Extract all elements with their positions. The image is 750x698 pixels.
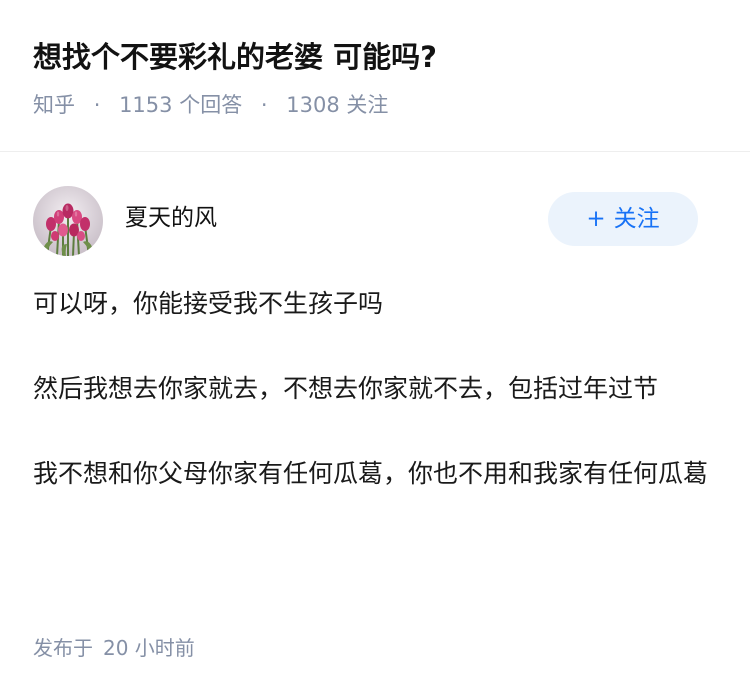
answer-count: 1153 [119, 93, 173, 117]
question-header: 想找个不要彩礼的老婆 可能吗? 知乎 · 1153 个回答 · 1308 关注 [33, 36, 720, 120]
publish-time: 发布于 20 小时前 [33, 633, 195, 663]
answer-paragraph: 我不想和你父母你家有任何瓜葛，你也不用和我家有任何瓜葛 [33, 459, 709, 488]
answer-count-label: 个回答 [179, 93, 243, 117]
author-row: 夏天的风 + 关注 [33, 186, 698, 256]
follow-button-label: 关注 [613, 206, 660, 232]
question-title[interactable]: 想找个不要彩礼的老婆 可能吗? [33, 36, 720, 78]
author-name[interactable]: 夏天的风 [125, 202, 217, 234]
follower-count: 1308 [286, 93, 340, 117]
source-label[interactable]: 知乎 [33, 90, 75, 120]
question-meta: 知乎 · 1153 个回答 · 1308 关注 [33, 90, 720, 120]
tulip-bouquet-avatar-icon [33, 186, 103, 256]
meta-separator: · [93, 93, 101, 117]
answer-content: 可以呀，你能接受我不生孩子吗 然后我想去你家就去，不想去你家就不去，包括过年过节… [33, 283, 710, 494]
divider [0, 151, 750, 152]
avatar[interactable] [33, 186, 103, 256]
answer-paragraph: 然后我想去你家就去，不想去你家就不去，包括过年过节 [33, 374, 659, 403]
meta-separator: · [260, 93, 268, 117]
publish-prefix: 发布于 [33, 636, 93, 660]
follow-button[interactable]: + 关注 [548, 192, 698, 246]
plus-icon: + [586, 206, 606, 232]
answer-paragraph: 可以呀，你能接受我不生孩子吗 [33, 289, 384, 318]
publish-time-value: 20 小时前 [103, 636, 195, 660]
follower-count-label: 关注 [346, 93, 389, 117]
